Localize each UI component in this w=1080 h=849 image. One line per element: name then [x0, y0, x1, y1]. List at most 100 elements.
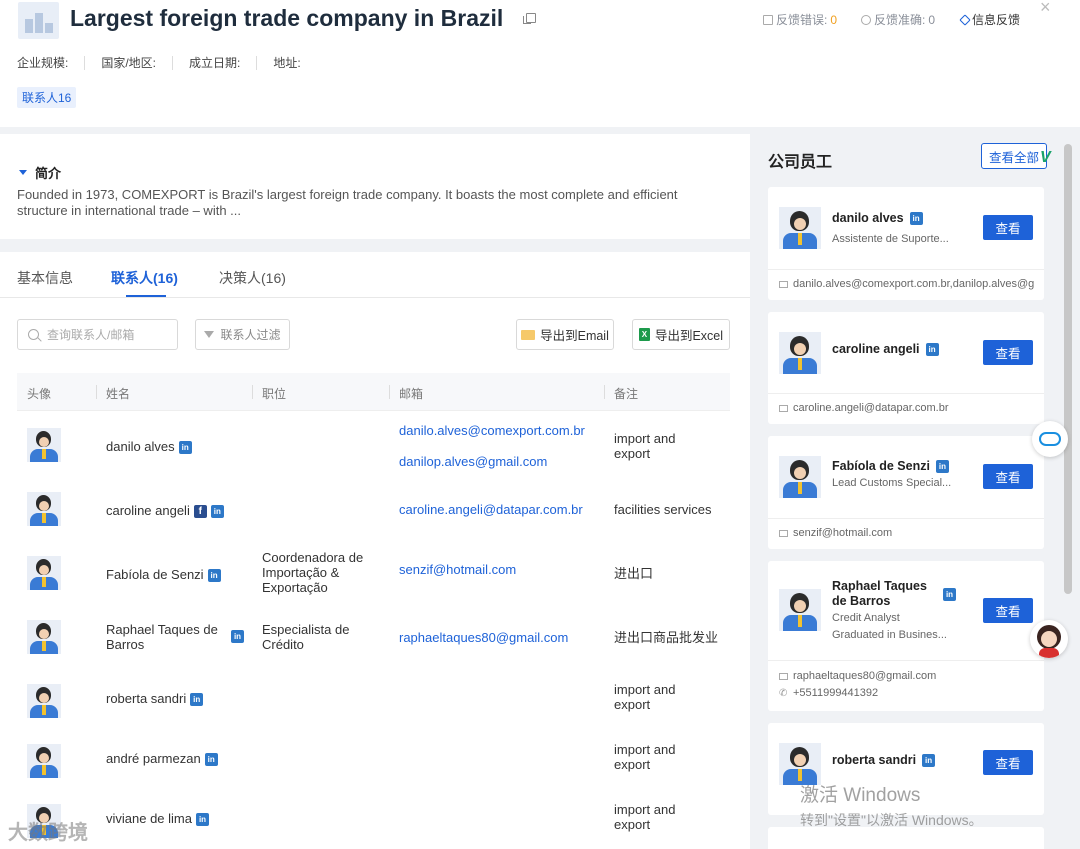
employee-email[interactable]: danilo.alves@comexport.com.br,danilop.al…: [793, 278, 1034, 290]
table-row[interactable]: Fabíola de Senzi in Coordenadora de Impor…: [17, 542, 730, 606]
avatar: [779, 332, 821, 374]
linkedin-icon[interactable]: in: [909, 212, 923, 226]
intro-title: 简介: [35, 166, 62, 181]
meta-founded: 成立日期:: [189, 56, 258, 70]
export-excel-button[interactable]: X 导出到Excel: [632, 319, 730, 350]
linkedin-icon[interactable]: in: [922, 754, 936, 768]
linkedin-icon[interactable]: in: [204, 753, 218, 767]
contact-name: roberta sandri: [106, 691, 187, 706]
contact-name: danilo alves: [106, 439, 175, 454]
employee-title: Lead Customs Special...: [832, 477, 952, 489]
export-excel-label: 导出到Excel: [654, 329, 724, 343]
facebook-icon[interactable]: f: [193, 505, 207, 519]
scrollbar[interactable]: [1064, 144, 1072, 594]
contacts-count-tag[interactable]: 联系人16: [17, 87, 77, 108]
col-note: 备注: [614, 387, 639, 401]
table-row[interactable]: Raphael Taques de Barros in Especialista …: [17, 606, 730, 670]
linkedin-icon[interactable]: in: [935, 460, 949, 474]
linkedin-icon[interactable]: in: [210, 505, 224, 519]
view-button[interactable]: 查看: [983, 750, 1033, 775]
feedback-error-count: 0: [830, 12, 838, 27]
contact-note: import and export: [614, 742, 676, 772]
avatar: [779, 589, 821, 631]
contact-name-cell: andré parmezan in: [106, 751, 218, 767]
tab-basic-info[interactable]: 基本信息: [17, 268, 73, 288]
linkedin-icon[interactable]: in: [190, 693, 204, 707]
export-email-button[interactable]: 导出到Email: [516, 319, 614, 350]
feedback-error-button[interactable]: 反馈错误: 0: [763, 11, 837, 28]
linkedin-icon[interactable]: in: [196, 813, 209, 827]
employee-card[interactable]: danilo alves in Assistente de Suporte... …: [768, 187, 1044, 300]
table-row[interactable]: roberta sandri in import and export: [17, 670, 730, 734]
view-button[interactable]: 查看: [983, 464, 1033, 489]
view-button[interactable]: 查看: [983, 215, 1033, 240]
employee-title: Credit Analyst: [832, 612, 900, 624]
avatar: [779, 207, 821, 249]
linkedin-icon[interactable]: in: [231, 630, 244, 643]
linkedin-icon[interactable]: in: [943, 588, 956, 601]
employee-email[interactable]: raphaeltaques80@gmail.com: [793, 670, 936, 682]
meta-address: 地址:: [273, 56, 301, 70]
intro-toggle[interactable]: 简介: [19, 163, 61, 182]
contact-position: Especialista de Crédito: [262, 622, 350, 652]
activation-title: 激活 Windows: [800, 785, 921, 806]
check-circle-icon: [861, 14, 871, 25]
close-icon[interactable]: ×: [1040, 0, 1051, 16]
contact-name: viviane de lima: [106, 811, 192, 826]
tab-contacts[interactable]: 联系人(16): [111, 268, 178, 288]
table-row[interactable]: andré parmezan in import and export: [17, 730, 730, 794]
phone-icon: ✆: [779, 688, 788, 699]
employee-phone[interactable]: +5511999441392: [793, 687, 878, 699]
linkedin-icon[interactable]: in: [207, 569, 221, 583]
employee-name-row: roberta sandri in: [832, 753, 936, 768]
contact-name: Raphael Taques de Barros: [106, 622, 218, 652]
employee-card[interactable]: Raphael Taques de Barros in Credit Analy…: [768, 561, 1044, 711]
table-header: 头像 姓名 职位 邮箱 备注: [17, 373, 730, 411]
card-top: caroline angeli in 查看: [768, 312, 1044, 394]
employee-email[interactable]: senzif@hotmail.com: [793, 527, 892, 539]
contact-position: Coordenadora de Importação & Exportação: [262, 550, 364, 595]
v-badge-icon[interactable]: V: [1040, 149, 1051, 167]
employee-email[interactable]: caroline.angeli@datapar.com.br: [793, 402, 948, 414]
contact-email-secondary[interactable]: danilop.alves@gmail.com: [399, 454, 547, 469]
col-avatar: 头像: [27, 387, 52, 401]
brand-watermark: 大数跨境: [8, 822, 88, 844]
tab-decision-makers[interactable]: 决策人(16): [219, 268, 286, 288]
linkedin-icon[interactable]: in: [925, 343, 939, 357]
contact-name: andré parmezan: [106, 751, 201, 766]
contact-search-input[interactable]: 查询联系人/邮箱: [17, 319, 178, 350]
feedback-error-label: 反馈错误:: [776, 13, 828, 27]
export-email-label: 导出到Email: [540, 329, 609, 343]
company-meta-row: 企业规模: 国家/地区: 成立日期: 地址:: [17, 56, 333, 70]
meta-country: 国家/地区:: [101, 56, 174, 70]
table-row[interactable]: danilo alves in danilo.alves@comexport.co…: [17, 414, 730, 478]
employee-name-row: Fabíola de Senzi in: [832, 459, 949, 474]
employee-card[interactable]: [768, 827, 1044, 849]
contact-name-cell: danilo alves in: [106, 439, 192, 455]
contact-email[interactable]: danilo.alves@comexport.com.br: [399, 423, 587, 438]
col-divider: [252, 385, 253, 399]
view-button[interactable]: 查看: [983, 598, 1033, 623]
employee-title: Assistente de Suporte...: [832, 233, 949, 245]
employee-card[interactable]: Fabíola de Senzi in Lead Customs Special.…: [768, 436, 1044, 549]
contact-email[interactable]: raphaeltaques80@gmail.com: [399, 630, 568, 645]
view-all-button[interactable]: 查看全部: [981, 143, 1047, 169]
table-row[interactable]: caroline angeli f in caroline.angeli@datap…: [17, 478, 730, 542]
info-feedback-button[interactable]: 信息反馈: [959, 11, 1020, 28]
feedback-correct-button[interactable]: 反馈准确: 0: [861, 11, 935, 28]
cloud-sync-button[interactable]: [1032, 421, 1068, 457]
employees-sidebar: 公司员工 查看全部 V danilo alves in Assistente de…: [753, 127, 1080, 849]
contact-filter-button[interactable]: 联系人过滤: [195, 319, 290, 350]
assistant-avatar-button[interactable]: [1030, 620, 1068, 658]
contact-email[interactable]: senzif@hotmail.com: [399, 562, 516, 577]
card-top: danilo alves in Assistente de Suporte... …: [768, 187, 1044, 270]
view-button[interactable]: 查看: [983, 340, 1033, 365]
linkedin-icon[interactable]: in: [178, 441, 192, 455]
copy-icon[interactable]: [523, 13, 536, 24]
contact-email[interactable]: caroline.angeli@datapar.com.br: [399, 502, 583, 517]
employee-card[interactable]: caroline angeli in 查看 caroline.angeli@dat…: [768, 312, 1044, 424]
contact-note: facilities services: [614, 502, 712, 517]
company-header: Largest foreign trade company in Brazil …: [0, 0, 1080, 127]
contacts-panel: 基本信息 联系人(16) 决策人(16) 查询联系人/邮箱 联系人过滤 导出到E…: [0, 252, 750, 849]
table-row[interactable]: viviane de lima in import and export: [17, 790, 730, 849]
